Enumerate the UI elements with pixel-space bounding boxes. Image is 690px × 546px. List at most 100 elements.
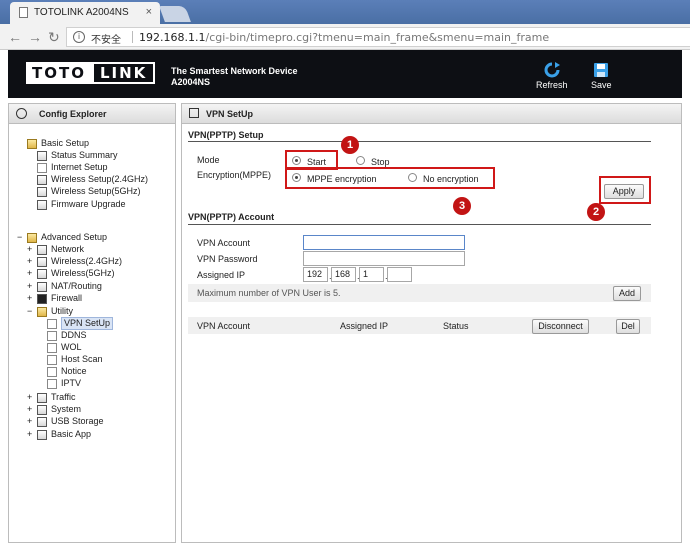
tree-utility[interactable]: − Utility [27,306,73,317]
tree-usb-storage[interactable]: + USB Storage [27,416,104,427]
tree-notice[interactable]: Notice [47,366,87,377]
reload-icon[interactable]: ↻ [48,29,60,46]
tab-title: TOTOLINK A2004NS [34,7,129,18]
tree-network[interactable]: + Network [27,244,84,255]
back-arrow-icon[interactable]: ← [8,29,22,45]
tree-basic-app[interactable]: + Basic App [27,429,92,440]
wireless-icon [37,186,47,197]
setup-section-title: VPN(PPTP) Setup [188,130,264,140]
browser-tab[interactable]: TOTOLINK A2004NS × [10,2,160,24]
tree-label: Utility [51,306,73,316]
collapse-icon[interactable]: − [27,306,32,317]
vpn-setup-header: VPN SetUp [182,104,681,124]
disconnect-button[interactable]: Disconnect [532,319,589,334]
totolink-logo: TOTO LINK [26,62,166,84]
col-status: Status [443,321,469,331]
tree-status-summary[interactable]: Status Summary [37,150,118,161]
traffic-icon [37,392,47,403]
address-bar: ← → ↻ i 不安全 192.168.1.1/cgi-bin/timepro.… [0,24,690,50]
document-icon [19,7,28,18]
tree-wireless-5[interactable]: Wireless Setup(5GHz) [37,186,141,197]
refresh-button[interactable]: Refresh [536,62,568,90]
expand-icon[interactable]: + [27,429,32,440]
tree-ddns[interactable]: DDNS [47,330,87,341]
model-name: A2004NS [171,77,211,87]
tagline: The Smartest Network Device A2004NS [171,66,298,88]
mode-label: Mode [197,155,220,165]
expand-icon[interactable]: + [27,256,32,267]
url-input[interactable]: i 不安全 192.168.1.1/cgi-bin/timepro.cgi?tm… [66,27,690,47]
forward-arrow-icon[interactable]: → [28,29,42,45]
expand-icon[interactable]: + [27,268,32,279]
page-icon [37,162,47,173]
page-icon [47,378,57,389]
vpn-account-label: VPN Account [197,238,251,248]
router-header: TOTO LINK The Smartest Network Device A2… [8,50,682,98]
tree-wireless-24ghz[interactable]: + Wireless(2.4GHz) [27,256,123,267]
refresh-label: Refresh [536,80,568,90]
window-icon [189,108,199,118]
tree-basic-setup[interactable]: Basic Setup [27,138,89,149]
ip-octet-3[interactable]: 1 [359,267,384,282]
info-icon[interactable]: i [73,31,85,43]
close-tab-icon[interactable]: × [146,6,152,18]
collapse-icon[interactable]: − [17,232,22,243]
new-tab-button[interactable] [159,6,191,22]
expand-icon[interactable]: + [27,404,32,415]
vpn-account-input[interactable] [303,235,465,250]
vpn-password-label: VPN Password [197,254,258,264]
annotation-box-apply [599,176,651,204]
vpn-password-input[interactable] [303,251,465,266]
wireless-icon [37,268,47,279]
tree-label: Basic App [51,429,92,439]
add-button[interactable]: Add [613,286,641,301]
upgrade-icon [37,199,47,210]
expand-icon[interactable]: + [27,244,32,255]
tree-advanced-setup[interactable]: − Advanced Setup [17,232,107,243]
tree-label: VPN SetUp [61,317,114,330]
tree-system[interactable]: + System [27,404,81,415]
expand-icon[interactable]: + [27,293,32,304]
tree-label: USB Storage [51,416,104,426]
tree-label: Wireless(2.4GHz) [51,256,123,266]
tree-nat-routing[interactable]: + NAT/Routing [27,281,102,292]
lock-icon [37,293,47,304]
save-button[interactable]: Save [591,62,612,90]
tree-traffic[interactable]: + Traffic [27,392,76,403]
logo-toto: TOTO [26,62,92,84]
tree-label: Internet Setup [51,162,108,172]
tagline-line1: The Smartest Network Device [171,66,298,76]
browser-tab-bar: TOTOLINK A2004NS × [0,0,690,24]
page-icon [47,342,57,353]
ip-octet-2[interactable]: 168 [331,267,356,282]
tree-label: Host Scan [61,354,103,364]
url-host: 192.168.1.1 [139,31,206,44]
mode-stop-label[interactable]: Stop [371,157,390,167]
expand-icon[interactable]: + [27,416,32,427]
usb-icon [37,416,47,427]
tree-wireless-24[interactable]: Wireless Setup(2.4GHz) [37,174,148,185]
expand-icon[interactable]: + [27,281,32,292]
tree-firewall[interactable]: + Firewall [27,293,83,304]
tree-host-scan[interactable]: Host Scan [47,354,103,365]
folder-icon [27,138,37,149]
tree-iptv[interactable]: IPTV [47,378,81,389]
insecure-label: 不安全 [91,35,121,46]
del-button[interactable]: Del [616,319,640,334]
tree-wireless-5ghz[interactable]: + Wireless(5GHz) [27,268,115,279]
ip-octet-4[interactable] [387,267,412,282]
tree-firmware-upgrade[interactable]: Firmware Upgrade [37,199,126,210]
ip-octet-1[interactable]: 192 [303,267,328,282]
annotation-badge-1: 1 [341,136,359,154]
tree-vpn-setup[interactable]: VPN SetUp [47,317,114,330]
tree-label: NAT/Routing [51,281,102,291]
tree-internet-setup[interactable]: Internet Setup [37,162,108,173]
divider [132,31,133,43]
expand-icon[interactable]: + [27,392,32,403]
tree-wol[interactable]: WOL [47,342,82,353]
annotation-box-encryption [285,167,495,189]
tree-label: Status Summary [51,150,118,160]
panel-title: VPN SetUp [206,109,254,119]
mode-stop-radio[interactable] [356,156,365,165]
tree-label: Firewall [51,293,83,303]
